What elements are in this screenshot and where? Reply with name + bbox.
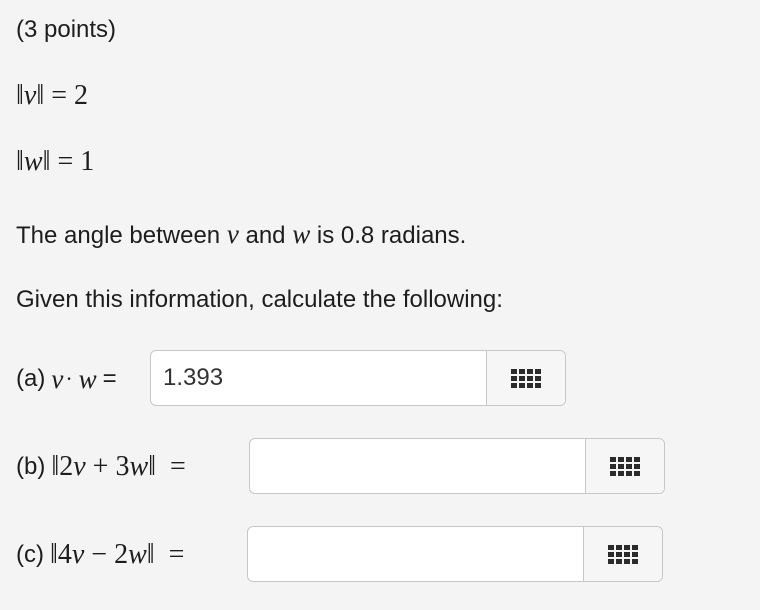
var-w: w: [128, 539, 147, 570]
answer-b-field: [249, 438, 665, 494]
keypad-icon: [608, 544, 638, 564]
answer-c-input[interactable]: [248, 527, 583, 581]
var-w: w: [23, 146, 43, 177]
statement-suffix: is 0.8 radians.: [316, 222, 467, 249]
equals-sign: =: [102, 365, 117, 392]
equals-sign: =: [168, 539, 185, 570]
math-keyboard-a-button[interactable]: [486, 351, 565, 405]
norm-w-value: = 1: [57, 146, 95, 177]
norm-open: ‖: [16, 80, 24, 111]
part-c-label: (c) ‖4v − 2w‖ =: [16, 539, 184, 571]
minus-2: − 2: [91, 539, 129, 570]
var-v: v: [226, 219, 239, 249]
expr-4: ‖4: [49, 539, 72, 570]
answer-a-field: [150, 350, 566, 406]
var-v: v: [73, 451, 86, 482]
expr-2: ‖2: [51, 451, 74, 482]
plus-3: + 3: [92, 451, 130, 482]
norm-open: ‖: [16, 146, 24, 177]
answer-b-input[interactable]: [250, 439, 585, 493]
angle-statement: The angle between v and w is 0.8 radians…: [16, 218, 466, 252]
equals-sign: =: [170, 451, 186, 482]
part-a-tag: (a): [16, 365, 46, 392]
part-a-row: (a) v · w =: [16, 350, 117, 408]
given-norm-w: ‖w‖ = 1: [16, 146, 94, 178]
instruction-text: Given this information, calculate the fo…: [16, 286, 503, 313]
norm-v-value: = 2: [51, 80, 88, 111]
part-b-row: (b) ‖2v + 3w‖ =: [16, 438, 186, 496]
points-label: (3 points): [16, 16, 117, 43]
statement-and: and: [245, 222, 286, 249]
given-norm-v: ‖v‖ = 2: [16, 80, 88, 112]
var-v: v: [51, 363, 64, 394]
answer-c-field: [247, 526, 663, 582]
part-b-label: (b) ‖2v + 3w‖ =: [16, 451, 186, 483]
var-w: w: [78, 363, 97, 394]
answer-a-input[interactable]: [151, 351, 486, 405]
part-c-row: (c) ‖4v − 2w‖ =: [16, 526, 184, 584]
part-b-tag: (b): [16, 453, 46, 480]
var-v: v: [71, 539, 85, 570]
keypad-icon: [511, 368, 541, 388]
var-w: w: [129, 451, 149, 482]
part-c-tag: (c): [16, 541, 44, 568]
norm-close: ‖: [146, 539, 155, 570]
keypad-icon: [610, 456, 640, 476]
math-keyboard-b-button[interactable]: [585, 439, 664, 493]
dot-operator: ·: [65, 366, 73, 391]
norm-close: ‖: [36, 80, 45, 111]
math-keyboard-c-button[interactable]: [583, 527, 662, 581]
var-w: w: [292, 219, 311, 249]
statement-prefix: The angle between: [16, 222, 221, 249]
norm-close: ‖: [148, 451, 157, 482]
var-v: v: [23, 80, 37, 111]
part-a-label: (a) v · w =: [16, 364, 117, 395]
norm-close: ‖: [42, 146, 51, 177]
